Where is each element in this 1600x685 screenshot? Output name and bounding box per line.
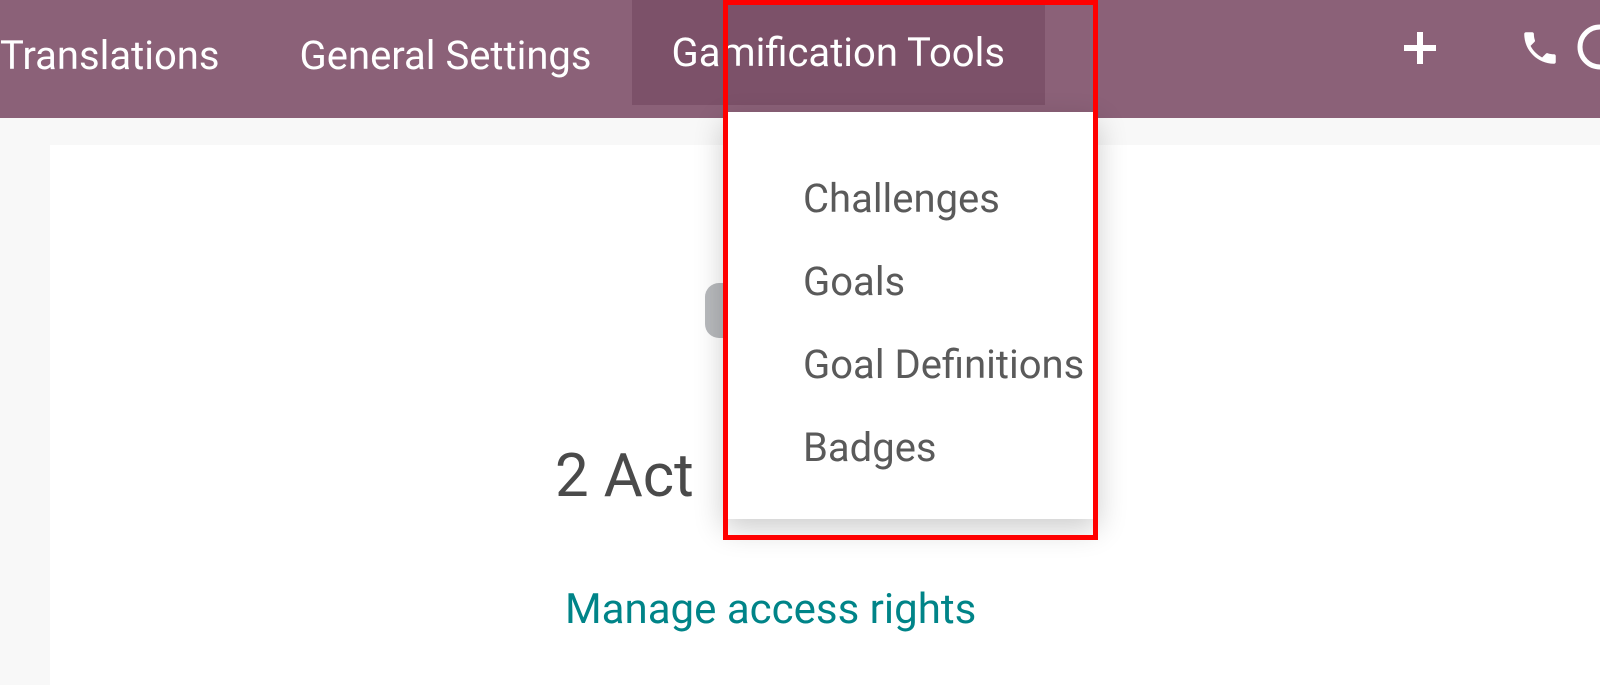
nav-label: Gamification Tools xyxy=(672,29,1005,76)
dropdown-label: Badges xyxy=(803,424,937,471)
dropdown-item-goals[interactable]: Goals xyxy=(723,240,1098,323)
nav-item-translations[interactable]: Translations xyxy=(0,0,260,95)
dropdown-label: Goals xyxy=(803,258,905,305)
clock-icon[interactable] xyxy=(1575,22,1600,72)
page-title: 2 Act xyxy=(555,440,694,511)
nav-item-gamification-tools[interactable]: Gamification Tools xyxy=(632,0,1045,105)
dropdown-item-challenges[interactable]: Challenges xyxy=(723,157,1098,240)
nav-item-general-settings[interactable]: General Settings xyxy=(260,0,632,95)
nav-label: General Settings xyxy=(300,32,592,79)
dropdown-item-badges[interactable]: Badges xyxy=(723,406,1098,489)
dropdown-label: Goal Definitions xyxy=(803,341,1084,388)
navbar: Translations General Settings Gamificati… xyxy=(0,0,1600,118)
manage-access-rights-link[interactable]: Manage access rights xyxy=(565,585,976,634)
dropdown-item-goal-definitions[interactable]: Goal Definitions xyxy=(723,323,1098,406)
add-icon[interactable] xyxy=(1360,0,1480,95)
nav-label: Translations xyxy=(0,32,220,79)
nav-icons xyxy=(1360,0,1600,95)
gamification-dropdown: Challenges Goals Goal Definitions Badges xyxy=(723,112,1098,519)
dropdown-label: Challenges xyxy=(803,175,1000,222)
